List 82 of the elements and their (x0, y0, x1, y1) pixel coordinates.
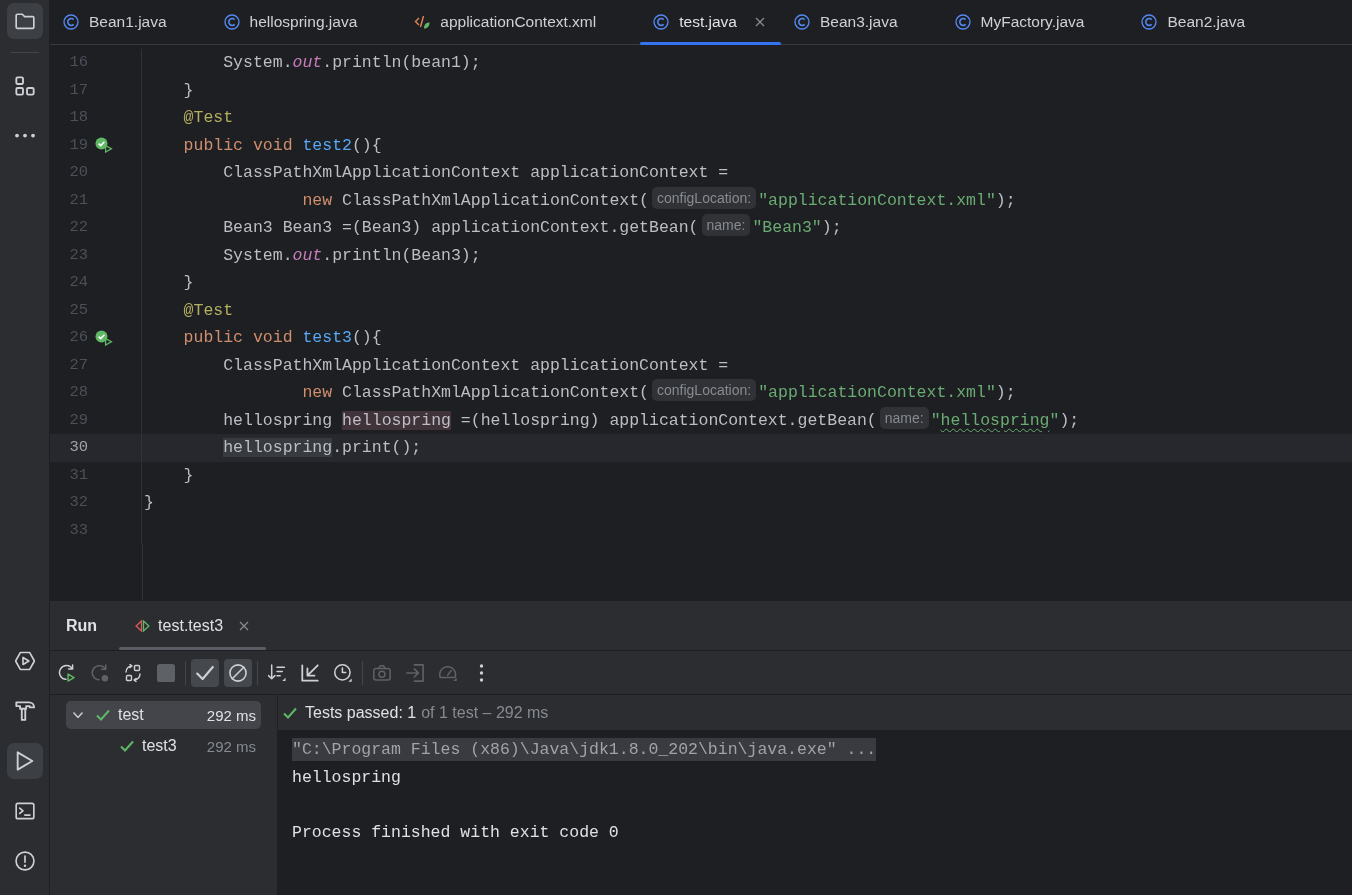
line-number: 30 (68, 437, 88, 458)
code-text: "applicationContext.xml"); (758, 190, 1016, 210)
vertical-dots-icon (478, 663, 484, 682)
circular-arrow-dot-icon (91, 663, 109, 682)
passed-run-icon[interactable] (95, 329, 113, 346)
code-text: ClassPathXmlApplicationContext applicationContext = (223, 163, 729, 182)
circled-c-icon (63, 14, 79, 30)
circled-c-icon (1141, 14, 1158, 30)
show-ignored-button[interactable] (224, 658, 252, 687)
squares-arrows-icon (124, 663, 142, 682)
show-passed-button[interactable] (191, 658, 219, 687)
circled-c-icon (954, 14, 971, 30)
close-icon[interactable] (754, 17, 765, 27)
squares-icon (14, 76, 35, 96)
code-text: Bean3 Bean3 =(Bean3) applicationContext.getBean( (223, 218, 699, 237)
parameter-hint: name: (701, 214, 751, 236)
passed-run-icon[interactable] (95, 137, 113, 154)
project-button[interactable] (6, 3, 43, 39)
test-count-text: of 1 test – 292 ms (421, 703, 549, 722)
code-text: System.out.println(bean1); (223, 53, 481, 72)
code-text: @Test (183, 108, 234, 127)
close-icon[interactable] (239, 620, 250, 631)
tests-passed-text: Tests passed: 1 (305, 703, 417, 722)
code-text: } (183, 80, 194, 100)
code-text: "Bean3"); (752, 218, 842, 237)
editor-tab[interactable]: Bean2.java (1128, 0, 1290, 44)
gauge-icon (439, 663, 457, 682)
console-output-line: hellospring (292, 766, 401, 789)
chevron-down-icon[interactable] (73, 712, 83, 718)
test-duration: 292 ms (206, 706, 256, 724)
parameter-hint: name: (879, 406, 929, 429)
circled-c-icon (653, 14, 670, 30)
diagonal-arrow-icon (301, 663, 319, 682)
play-icon (14, 751, 35, 771)
horizontal-dots-icon (14, 132, 35, 138)
angle-brackets-icon (414, 14, 431, 30)
test-tree-item[interactable]: test3 292 ms (66, 732, 261, 760)
circle-slash-icon (229, 663, 247, 682)
circled-c-icon (793, 14, 810, 30)
code-text: new ClassPathXmlApplicationContext( (302, 383, 649, 402)
code-text: public void test2(){ (183, 135, 382, 155)
clock-icon (334, 663, 352, 682)
hammer-icon (14, 701, 35, 721)
arrow-into-box-icon (406, 663, 424, 682)
test-duration: 292 ms (206, 737, 256, 755)
editor-tab[interactable]: test.java (640, 0, 781, 44)
run-button[interactable] (6, 743, 43, 779)
code-text: hellospring hellospring =(hellospring) applicationContext.getBean( (223, 410, 877, 430)
run-tab[interactable]: test.test3 (119, 601, 267, 650)
code-text: } (144, 493, 154, 512)
test-name: test3 (142, 737, 177, 755)
panel-title: Run (66, 616, 98, 635)
circled-c-icon (223, 14, 240, 30)
camera-icon (373, 663, 391, 682)
code-text: } (183, 273, 194, 292)
parameter-hint: configLocation: (652, 186, 757, 209)
split-triangles-icon (135, 619, 151, 632)
editor-tab[interactable]: Bean1.java (50, 0, 211, 44)
terminal-icon (14, 801, 35, 821)
circular-arrow-play-icon (58, 663, 76, 682)
code-text: @Test (183, 300, 234, 320)
code-text: "hellospring"); (930, 410, 1080, 430)
stop-icon (157, 663, 175, 682)
code-text: "applicationContext.xml"); (758, 383, 1016, 402)
code-text: } (183, 465, 194, 485)
test-name: test (118, 706, 144, 724)
parameter-hint: configLocation: (652, 379, 757, 401)
code-text: ClassPathXmlApplicationContext applicationContext = (223, 355, 729, 375)
folder-icon (14, 11, 35, 31)
code-text: System.out.println(Bean3); (223, 245, 481, 265)
editor-tab[interactable]: applicationContext.xml (401, 0, 641, 44)
console-exit-line: Process finished with exit code 0 (292, 822, 619, 845)
exclamation-circle-icon (14, 851, 35, 871)
test-tree-item[interactable]: test 292 ms (66, 701, 261, 729)
check-icon (196, 663, 214, 682)
editor-tab[interactable]: Bean3.java (780, 0, 942, 44)
editor-tab[interactable]: hellospring.java (210, 0, 402, 44)
sort-icon (268, 663, 286, 682)
editor-tab[interactable]: MyFactory.java (941, 0, 1129, 44)
code-text: new ClassPathXmlApplicationContext( (302, 190, 649, 210)
code-text: public void test3(){ (183, 328, 382, 347)
hexagon-play-icon (14, 651, 35, 671)
